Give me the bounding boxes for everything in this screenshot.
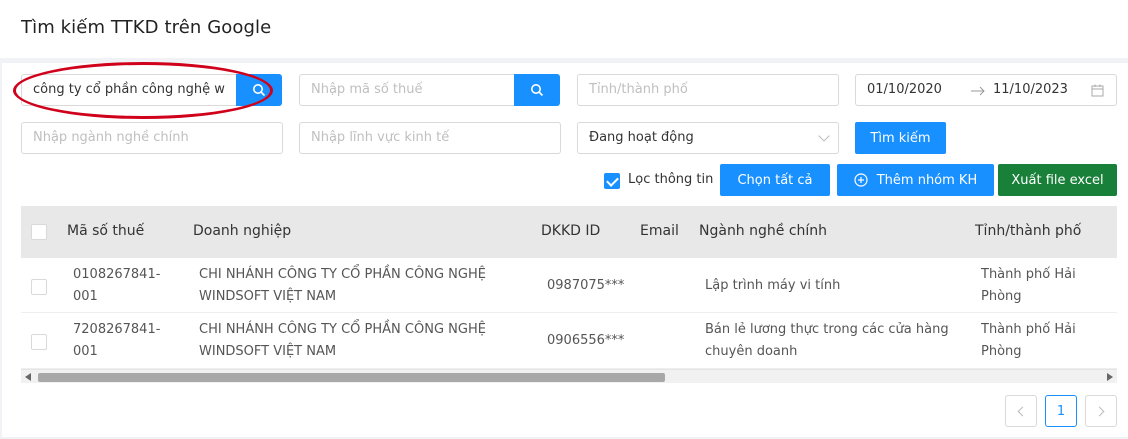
date-range-picker[interactable]: 01/10/2020 11/10/2023 bbox=[855, 74, 1117, 106]
company-cell: CHI NHÁNH CÔNG TY CỔ PHẦN CÔNG NGHỆ WIND… bbox=[199, 322, 486, 359]
calendar-icon bbox=[1091, 84, 1104, 97]
column-header-email[interactable]: Email bbox=[640, 223, 679, 239]
economic-sector-input[interactable]: Nhập lĩnh vực kinh tế bbox=[299, 122, 561, 154]
filter-info-checkbox[interactable] bbox=[604, 173, 620, 189]
tax-code-input[interactable]: Nhập mã số thuế bbox=[299, 74, 515, 106]
scroll-right-icon[interactable] bbox=[1107, 373, 1113, 381]
tax-code-search-button[interactable] bbox=[514, 74, 560, 106]
arrow-right-icon bbox=[971, 86, 985, 96]
plus-circle-icon bbox=[854, 173, 868, 187]
search-icon bbox=[253, 84, 266, 97]
date-to[interactable]: 11/10/2023 bbox=[993, 82, 1068, 97]
page-title: Tìm kiếm TTKD trên Google bbox=[21, 17, 272, 38]
export-excel-button[interactable]: Xuất file excel bbox=[998, 164, 1117, 196]
page-number-button[interactable]: 1 bbox=[1045, 395, 1077, 427]
company-cell: CHI NHÁNH CÔNG TY CỔ PHẦN CÔNG NGHỆ WIND… bbox=[199, 267, 486, 304]
province-cell: Thành phố Hải Phòng bbox=[981, 322, 1076, 359]
column-header-tax-code[interactable]: Mã số thuế bbox=[67, 223, 144, 239]
column-header-company[interactable]: Doanh nghiệp bbox=[193, 223, 291, 239]
table-row[interactable]: 7208267841- 001 CHI NHÁNH CÔNG TY CỔ PHẦ… bbox=[21, 313, 1117, 369]
search-button[interactable]: Tìm kiếm bbox=[855, 122, 946, 154]
company-search-button[interactable] bbox=[236, 74, 282, 106]
dkkd-id-cell: 0906556*** bbox=[547, 333, 625, 348]
page-header: Tìm kiếm TTKD trên Google bbox=[0, 0, 1128, 58]
scrollbar-thumb[interactable] bbox=[38, 373, 665, 382]
status-value: Đang hoạt động bbox=[589, 130, 694, 145]
tax-code-cell: 0108267841- 001 bbox=[73, 267, 161, 304]
horizontal-scrollbar[interactable] bbox=[21, 369, 1117, 383]
next-page-button[interactable] bbox=[1085, 395, 1117, 427]
dkkd-id-cell: 0987075*** bbox=[547, 278, 625, 293]
chevron-down-icon bbox=[818, 130, 830, 142]
row-checkbox[interactable] bbox=[31, 334, 47, 350]
select-all-rows-checkbox[interactable] bbox=[31, 224, 47, 240]
date-from[interactable]: 01/10/2020 bbox=[867, 82, 942, 97]
province-input[interactable]: Tỉnh/thành phố bbox=[577, 74, 839, 106]
chevron-right-icon bbox=[1094, 406, 1105, 416]
select-all-button[interactable]: Chọn tất cả bbox=[720, 164, 830, 196]
add-customer-group-button[interactable]: Thêm nhóm KH bbox=[837, 164, 994, 196]
search-icon bbox=[531, 84, 544, 97]
column-header-main-industry[interactable]: Ngành nghề chính bbox=[699, 223, 827, 239]
column-header-dkkd-id[interactable]: DKKD ID bbox=[541, 223, 600, 239]
tax-code-cell: 7208267841- 001 bbox=[73, 322, 161, 359]
table-header: Mã số thuế Doanh nghiệp DKKD ID Email Ng… bbox=[21, 206, 1117, 258]
column-header-province[interactable]: Tỉnh/thành phố bbox=[975, 223, 1081, 239]
company-search-input[interactable]: công ty cổ phần công nghệ w bbox=[21, 74, 237, 106]
chevron-left-icon bbox=[1017, 406, 1028, 416]
main-industry-input[interactable]: Nhập ngành nghề chính bbox=[21, 122, 283, 154]
filter-info-label: Lọc thông tin bbox=[628, 172, 714, 187]
industry-cell: Bán lẻ lương thực trong các cửa hàng chu… bbox=[705, 322, 949, 359]
prev-page-button[interactable] bbox=[1005, 395, 1037, 427]
industry-cell: Lập trình máy vi tính bbox=[705, 278, 841, 293]
status-select[interactable]: Đang hoạt động bbox=[577, 122, 839, 154]
add-customer-group-label: Thêm nhóm KH bbox=[876, 172, 978, 188]
row-checkbox[interactable] bbox=[31, 279, 47, 295]
table-row[interactable]: 0108267841- 001 CHI NHÁNH CÔNG TY CỔ PHẦ… bbox=[21, 258, 1117, 313]
province-cell: Thành phố Hải Phòng bbox=[981, 267, 1076, 304]
scroll-left-icon[interactable] bbox=[25, 373, 31, 381]
